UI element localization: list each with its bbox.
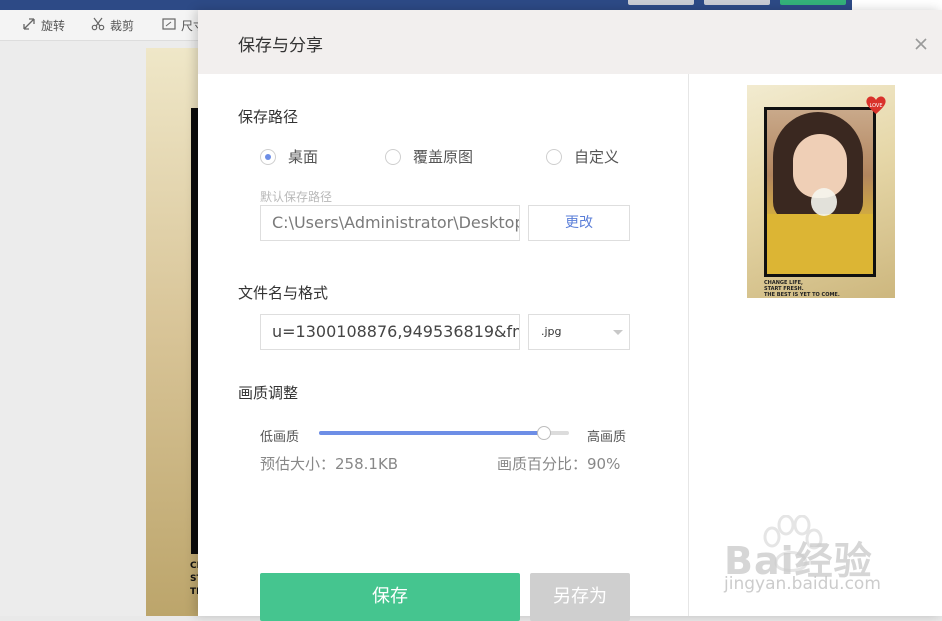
save-as-button[interactable]: 另存为 <box>530 573 630 621</box>
quality-percent-text: 画质百分比：90% <box>497 455 621 473</box>
radio-button[interactable] <box>546 148 562 165</box>
quality-slider-handle[interactable] <box>537 426 551 440</box>
love-badge-text: LOVE <box>869 103 882 109</box>
rotate-icon <box>22 17 36 34</box>
preview-caption-line: THE BEST IS YET TO COME. <box>764 292 840 298</box>
preview-photo-detail <box>767 214 873 274</box>
radio-label: 自定义 <box>574 148 620 166</box>
save-path-field[interactable]: C:\Users\Administrator\Desktop <box>260 205 520 241</box>
radio-label: 覆盖原图 <box>413 148 474 166</box>
scissors-icon <box>91 17 105 34</box>
estimated-size-text: 预估大小：258.1KB <box>260 455 399 473</box>
dialog-header: 保存与分享 <box>198 10 942 74</box>
format-select[interactable]: .jpg <box>528 314 630 350</box>
radio-button-checked[interactable] <box>260 148 276 165</box>
format-value: .jpg <box>541 325 562 338</box>
quality-section-title: 画质调整 <box>238 384 299 402</box>
quality-slider-fill <box>319 431 544 435</box>
change-path-button[interactable]: 更改 <box>528 205 630 241</box>
save-button[interactable]: 保存 <box>260 573 520 621</box>
radio-overwrite-original[interactable]: 覆盖原图 <box>385 146 473 167</box>
topbar-share-button[interactable] <box>780 0 846 5</box>
high-quality-label: 高画质 <box>587 430 627 445</box>
tool-rotate[interactable]: 旋转 <box>22 15 65 35</box>
topbar-button[interactable] <box>704 0 770 5</box>
preview-photo-detail <box>811 188 837 216</box>
heart-icon: LOVE <box>866 96 886 114</box>
preview-caption: CHANGE LIFE, START FRESH. THE BEST IS YE… <box>764 280 840 298</box>
watermark-url: jingyan.baidu.com <box>724 574 881 594</box>
resize-icon <box>162 17 176 34</box>
file-name-field[interactable]: u=1300108876,949536819&fm... <box>260 314 520 350</box>
chevron-down-icon <box>613 330 623 335</box>
default-path-label: 默认保存路径 <box>260 190 333 204</box>
app-top-bar <box>0 0 852 10</box>
file-section-title: 文件名与格式 <box>238 284 329 302</box>
dialog-title: 保存与分享 <box>238 36 323 56</box>
close-button[interactable] <box>910 33 932 55</box>
quality-slider[interactable] <box>319 426 569 440</box>
dialog-divider <box>688 74 689 616</box>
save-share-dialog: 保存与分享 保存路径 桌面 覆盖原图 自定义 默认保存路径 C:\Users\A… <box>198 10 942 621</box>
topbar-button[interactable] <box>628 0 694 5</box>
low-quality-label: 低画质 <box>260 430 300 445</box>
radio-label: 桌面 <box>288 148 319 166</box>
radio-custom[interactable]: 自定义 <box>546 146 619 167</box>
tool-crop[interactable]: 裁剪 <box>91 15 134 35</box>
preview-photo-frame <box>764 107 876 277</box>
radio-desktop[interactable]: 桌面 <box>260 146 318 167</box>
radio-button[interactable] <box>385 148 401 165</box>
tool-label: 旋转 <box>41 18 66 33</box>
tool-label: 裁剪 <box>110 18 135 33</box>
save-path-title: 保存路径 <box>238 108 299 126</box>
image-preview: LOVE CHANGE LIFE, START FRESH. THE BEST … <box>747 85 895 298</box>
